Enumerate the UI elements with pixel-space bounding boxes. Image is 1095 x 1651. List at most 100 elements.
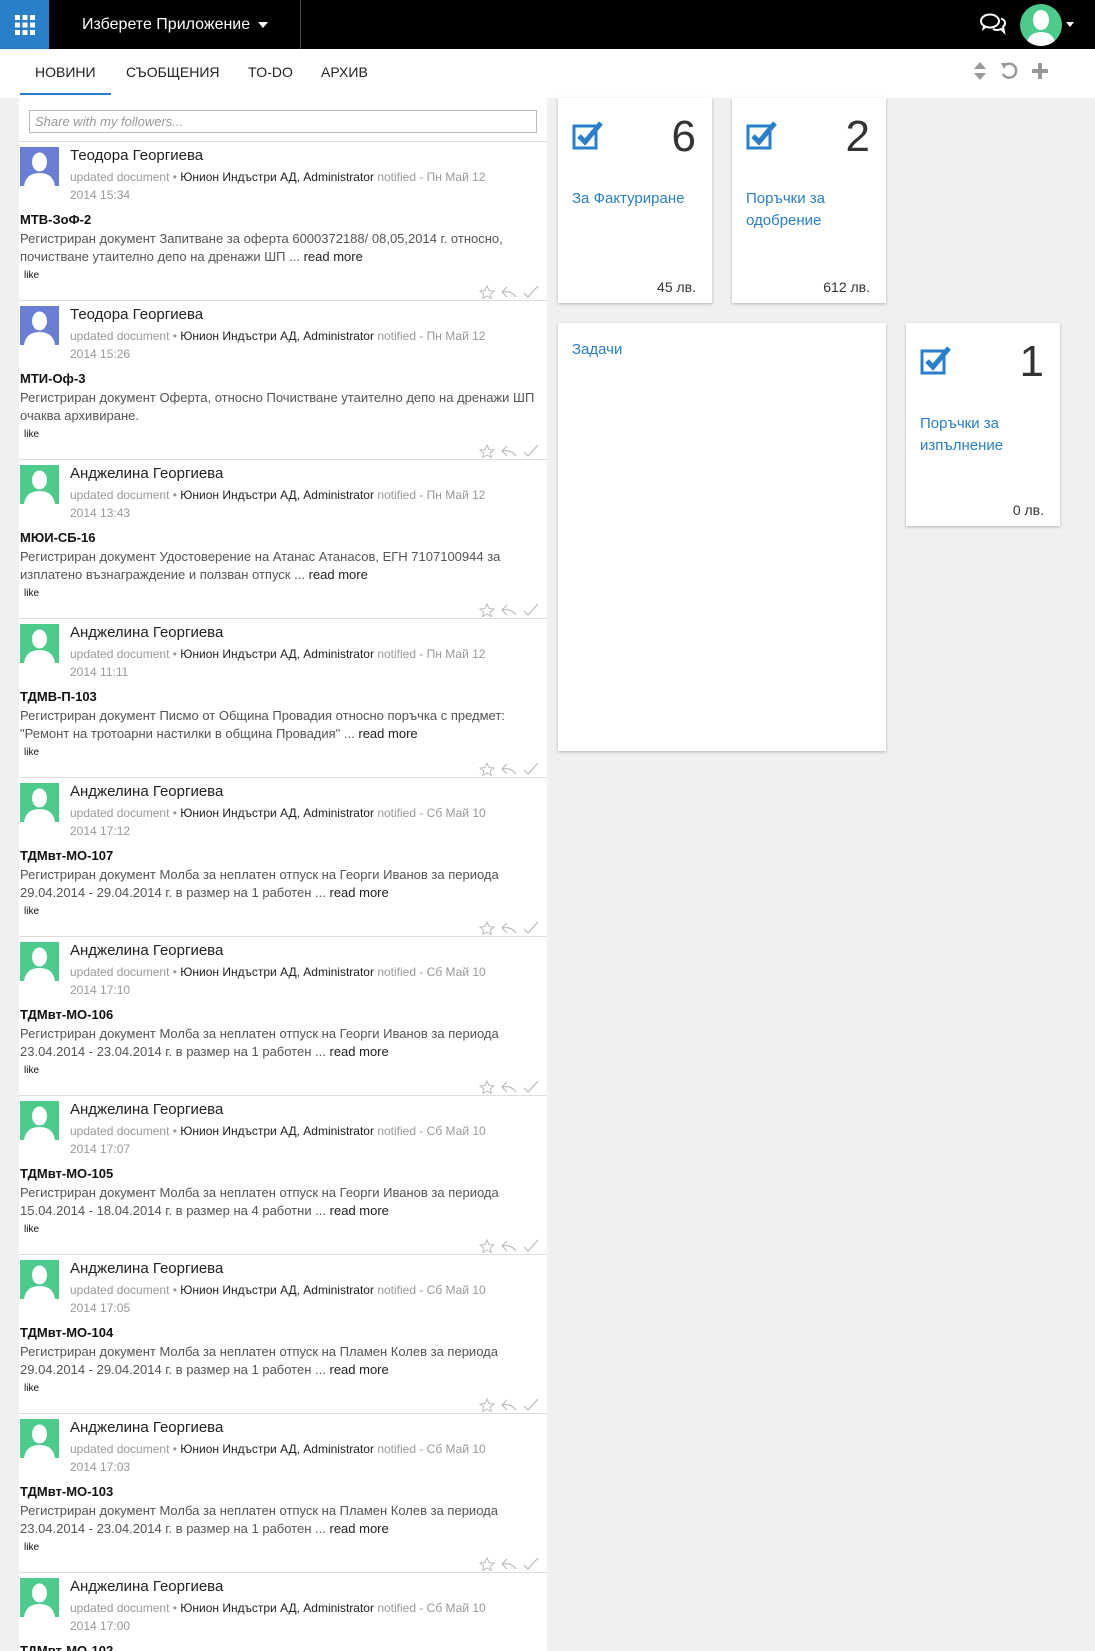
read-more-link[interactable]: read more xyxy=(329,1044,388,1059)
card-title[interactable]: Поръчки за изпълнение xyxy=(920,413,1050,457)
chat-button[interactable] xyxy=(979,12,1007,36)
check-icon[interactable] xyxy=(523,921,539,935)
post-doc-code[interactable]: ТДМвт-МО-103 xyxy=(20,1484,113,1499)
star-icon[interactable] xyxy=(478,284,496,300)
reply-icon[interactable] xyxy=(501,762,517,776)
avatar[interactable] xyxy=(20,942,59,981)
check-icon[interactable] xyxy=(523,1239,539,1253)
check-icon[interactable] xyxy=(523,762,539,776)
read-more-link[interactable]: read more xyxy=(309,567,368,582)
card-title[interactable]: Задачи xyxy=(572,339,702,361)
post-doc-code[interactable]: МЮИ-СБ-16 xyxy=(20,530,95,545)
avatar[interactable] xyxy=(20,1260,59,1299)
sort-icon[interactable] xyxy=(970,60,990,82)
reply-icon[interactable] xyxy=(501,1398,517,1412)
refresh-icon[interactable] xyxy=(999,60,1019,82)
avatar[interactable] xyxy=(20,624,59,663)
user-avatar[interactable] xyxy=(1020,4,1062,46)
read-more-link[interactable]: read more xyxy=(329,885,388,900)
post-author[interactable]: Анджелина Георгиева xyxy=(70,1260,223,1277)
star-icon[interactable] xyxy=(478,1556,496,1572)
card-amount: 0 лв. xyxy=(1012,502,1044,518)
read-more-link[interactable]: read more xyxy=(329,1362,388,1377)
post-meta: updated document • Юнион Индъстри АД, Ad… xyxy=(70,488,486,520)
check-icon[interactable] xyxy=(523,1557,539,1571)
card-title[interactable]: Поръчки за одобрение xyxy=(746,188,876,232)
app-selector-dropdown[interactable]: Изберете Приложение xyxy=(82,0,269,49)
tab-messages[interactable]: СЪОБЩЕНИЯ xyxy=(111,63,235,95)
check-icon[interactable] xyxy=(523,285,539,299)
check-icon[interactable] xyxy=(523,444,539,458)
like-button[interactable]: like xyxy=(24,1224,39,1235)
card-invoicing[interactable]: 6 За Фактуриране 45 лв. xyxy=(558,98,712,303)
like-button[interactable]: like xyxy=(24,588,39,599)
tab-news[interactable]: НОВИНИ xyxy=(20,63,111,95)
star-icon[interactable] xyxy=(478,443,496,459)
like-button[interactable]: like xyxy=(24,1542,39,1553)
avatar[interactable] xyxy=(20,1419,59,1458)
reply-icon[interactable] xyxy=(501,1239,517,1253)
post-author[interactable]: Анджелина Георгиева xyxy=(70,624,223,641)
post-author[interactable]: Анджелина Георгиева xyxy=(70,1419,223,1436)
read-more-link[interactable]: read more xyxy=(304,249,363,264)
like-button[interactable]: like xyxy=(24,1065,39,1076)
post-doc-code[interactable]: МТИ-Оф-3 xyxy=(20,371,86,386)
card-title[interactable]: За Фактуриране xyxy=(572,188,702,210)
post-doc-code[interactable]: МТВ-ЗоФ-2 xyxy=(20,212,91,227)
post-doc-code[interactable]: ТДМвт-МО-107 xyxy=(20,848,113,863)
card-execution[interactable]: 1 Поръчки за изпълнение 0 лв. xyxy=(906,323,1060,526)
read-more-link[interactable]: read more xyxy=(330,1203,389,1218)
post-doc-code[interactable]: ТДМвт-МО-106 xyxy=(20,1007,113,1022)
post-author[interactable]: Анджелина Георгиева xyxy=(70,783,223,800)
card-tasks[interactable]: Задачи xyxy=(558,323,886,751)
like-button[interactable]: like xyxy=(24,429,39,440)
tab-archive[interactable]: АРХИВ xyxy=(306,63,383,95)
user-menu-caret-icon[interactable] xyxy=(1066,22,1074,27)
post-author[interactable]: Анджелина Георгиева xyxy=(70,1101,223,1118)
like-button[interactable]: like xyxy=(24,1383,39,1394)
reply-icon[interactable] xyxy=(501,1557,517,1571)
avatar[interactable] xyxy=(20,1101,59,1140)
star-icon[interactable] xyxy=(478,1079,496,1095)
divider xyxy=(300,0,301,49)
plus-icon[interactable] xyxy=(1030,60,1050,82)
like-button[interactable]: like xyxy=(24,747,39,758)
reply-icon[interactable] xyxy=(501,285,517,299)
avatar[interactable] xyxy=(20,783,59,822)
post-doc-code[interactable]: ТДМвт-МО-104 xyxy=(20,1325,113,1340)
avatar[interactable] xyxy=(20,306,59,345)
star-icon[interactable] xyxy=(478,761,496,777)
avatar[interactable] xyxy=(20,147,59,186)
post-body: Регистриран документ Писмо от Община Про… xyxy=(20,707,540,743)
post-doc-code[interactable]: ТДМвт-МО-105 xyxy=(20,1166,113,1181)
post-author[interactable]: Анджелина Георгиева xyxy=(70,1578,223,1595)
read-more-link[interactable]: read more xyxy=(329,1521,388,1536)
post-time: 2014 13:43 xyxy=(70,506,131,520)
post-author[interactable]: Теодора Георгиева xyxy=(70,306,203,323)
reply-icon[interactable] xyxy=(501,1080,517,1094)
tab-todo[interactable]: TO-DO xyxy=(233,63,308,95)
star-icon[interactable] xyxy=(478,1397,496,1413)
share-input[interactable] xyxy=(29,110,537,133)
post-doc-code[interactable]: ТДМвт-МО-102 xyxy=(20,1643,113,1651)
apps-menu-button[interactable] xyxy=(0,0,49,49)
avatar[interactable] xyxy=(20,465,59,504)
reply-icon[interactable] xyxy=(501,921,517,935)
check-icon[interactable] xyxy=(523,1080,539,1094)
reply-icon[interactable] xyxy=(501,444,517,458)
reply-icon[interactable] xyxy=(501,603,517,617)
like-button[interactable]: like xyxy=(24,270,39,281)
check-icon[interactable] xyxy=(523,603,539,617)
star-icon[interactable] xyxy=(478,920,496,936)
post-author[interactable]: Анджелина Георгиева xyxy=(70,465,223,482)
post-author[interactable]: Теодора Георгиева xyxy=(70,147,203,164)
like-button[interactable]: like xyxy=(24,906,39,917)
avatar[interactable] xyxy=(20,1578,59,1617)
card-approval[interactable]: 2 Поръчки за одобрение 612 лв. xyxy=(732,98,886,303)
star-icon[interactable] xyxy=(478,602,496,618)
star-icon[interactable] xyxy=(478,1238,496,1254)
post-doc-code[interactable]: ТДМВ-П-103 xyxy=(20,689,97,704)
post-author[interactable]: Анджелина Георгиева xyxy=(70,942,223,959)
check-icon[interactable] xyxy=(523,1398,539,1412)
read-more-link[interactable]: read more xyxy=(358,726,417,741)
